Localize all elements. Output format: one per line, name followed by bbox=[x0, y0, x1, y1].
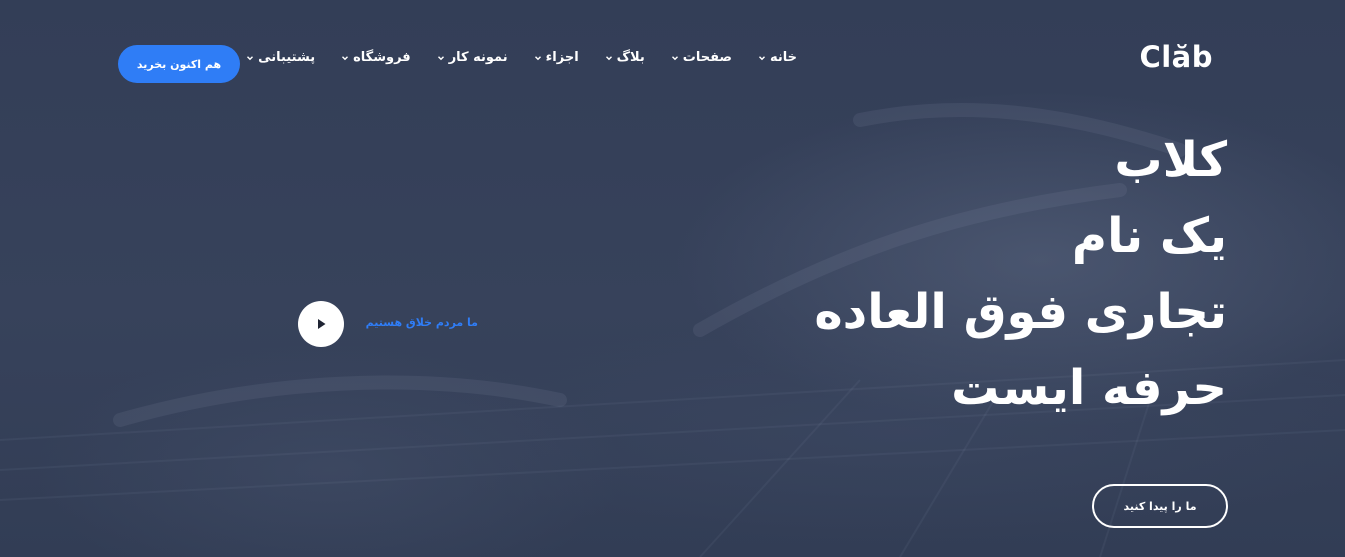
nav-item-shop[interactable]: فروشگاه bbox=[341, 50, 411, 65]
chevron-down-icon bbox=[437, 54, 445, 62]
headline-line: کلاب bbox=[1114, 132, 1227, 188]
video-caption[interactable]: ما مردم خلاق هستیم bbox=[366, 316, 478, 329]
find-us-button[interactable]: ما را پیدا کنید bbox=[1092, 484, 1228, 528]
nav-item-label: بلاگ bbox=[616, 50, 645, 65]
play-video-button[interactable] bbox=[298, 301, 344, 347]
nav-item-blog[interactable]: بلاگ bbox=[605, 50, 645, 65]
chevron-down-icon bbox=[605, 54, 613, 62]
nav-item-label: فروشگاه bbox=[353, 50, 411, 65]
chevron-down-icon bbox=[246, 54, 254, 62]
headline-line: حرفه ایست bbox=[951, 360, 1227, 416]
nav-item-support[interactable]: پشتیبانی bbox=[246, 50, 315, 65]
chevron-down-icon bbox=[671, 54, 679, 62]
nav-item-home[interactable]: خانه bbox=[758, 50, 797, 65]
nav-item-label: پشتیبانی bbox=[258, 50, 316, 65]
chevron-down-icon bbox=[341, 54, 349, 62]
buy-now-button[interactable]: هم اکنون بخرید bbox=[118, 45, 240, 83]
chevron-down-icon bbox=[758, 54, 766, 62]
nav-item-components[interactable]: اجزاء bbox=[534, 50, 579, 65]
nav-item-portfolio[interactable]: نمونه کار bbox=[437, 50, 508, 65]
hero-headline: کلاب یک نام تجاری فوق العاده حرفه ایست bbox=[814, 122, 1227, 426]
main-nav: خانه صفحات بلاگ اجزاء نمونه کار فروشگاه … bbox=[246, 50, 797, 65]
logo[interactable]: Clăb bbox=[1139, 40, 1213, 74]
chevron-down-icon bbox=[534, 54, 542, 62]
nav-item-label: نمونه کار bbox=[448, 50, 508, 65]
nav-item-label: خانه bbox=[769, 50, 797, 65]
nav-item-label: صفحات bbox=[682, 50, 732, 65]
play-icon bbox=[314, 317, 328, 331]
headline-line: یک نام bbox=[1071, 208, 1227, 264]
nav-item-pages[interactable]: صفحات bbox=[671, 50, 732, 65]
headline-line: تجاری فوق العاده bbox=[814, 284, 1227, 340]
nav-item-label: اجزاء bbox=[545, 50, 579, 65]
